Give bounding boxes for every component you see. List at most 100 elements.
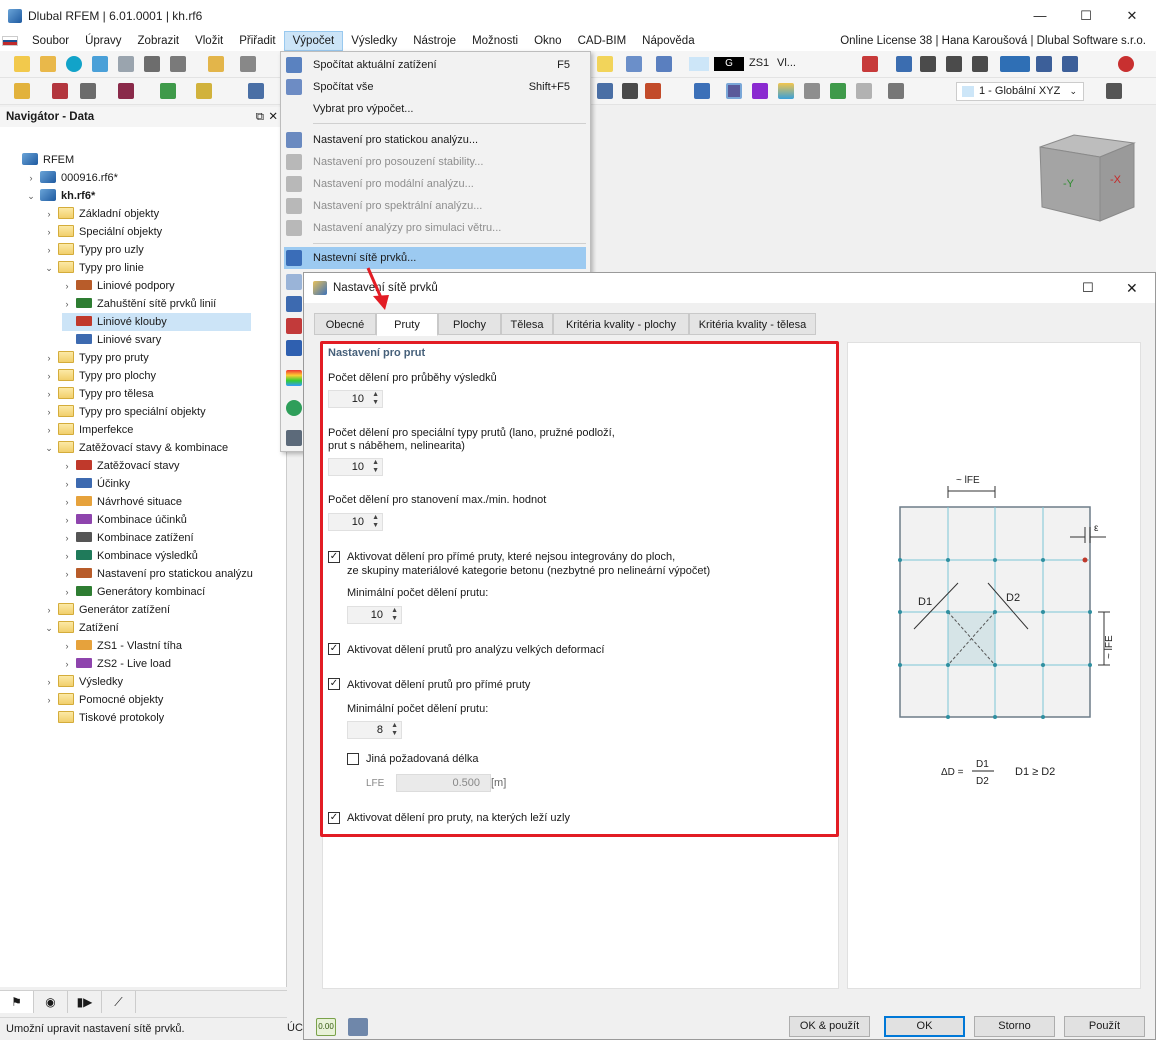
maximize-button[interactable]: ☐ <box>1063 0 1109 31</box>
tab-display-icon[interactable]: ◉ <box>34 991 68 1013</box>
filter-icon[interactable] <box>862 56 878 72</box>
tree-item[interactable]: › Typy pro tělesa <box>44 385 154 403</box>
menu-item-static-settings[interactable]: Nastavení pro statickou analýzu... <box>281 129 590 151</box>
solid-icon[interactable] <box>804 83 820 99</box>
dimension-icon[interactable] <box>248 83 264 99</box>
chevron-right-icon[interactable]: › <box>44 673 54 691</box>
tree-item[interactable]: › Kombinace výsledků <box>62 547 198 565</box>
menu-item-wind-settings[interactable]: Nastavení analýzy pro simulaci větru... <box>281 217 590 239</box>
chevron-right-icon[interactable]: › <box>44 349 54 367</box>
chevron-down-icon[interactable]: ⌄ <box>26 187 36 205</box>
load-case-name[interactable]: Vl... <box>777 57 796 69</box>
chevron-right-icon[interactable]: › <box>62 583 72 601</box>
chevron-right-icon[interactable]: › <box>62 511 72 529</box>
tree-item[interactable]: › Generátory kombinací <box>62 583 205 601</box>
report-icon[interactable] <box>208 56 224 72</box>
units-icon[interactable]: 0.00 <box>316 1018 336 1036</box>
tree-item[interactable]: › Speciální objekty <box>44 223 162 241</box>
pin-icon[interactable]: ⧉ <box>256 107 264 127</box>
tab-obecne[interactable]: Obecné <box>314 313 376 335</box>
tree-item[interactable]: › Zahuštění sítě prvků linií <box>62 295 216 313</box>
undo-icon[interactable] <box>240 56 256 72</box>
refresh-icon[interactable] <box>286 400 302 416</box>
surface-icon[interactable] <box>778 83 794 99</box>
tree-item[interactable]: › Imperfekce <box>44 421 133 439</box>
tree-item[interactable]: › Základní objekty <box>44 205 159 223</box>
xxx-icon-a[interactable] <box>920 56 936 72</box>
chevron-right-icon[interactable]: › <box>44 205 54 223</box>
copy-icon[interactable] <box>348 1018 368 1036</box>
tree-item[interactable]: ⌄ Zatěžovací stavy & kombinace <box>44 439 228 457</box>
values-icon[interactable] <box>1062 56 1078 72</box>
cloud-icon[interactable] <box>66 56 82 72</box>
ok-button[interactable]: OK <box>884 1016 965 1037</box>
tree-item[interactable]: › Kombinace zatížení <box>62 529 194 547</box>
menu-moznosti[interactable]: Možnosti <box>464 31 526 51</box>
print-icon[interactable] <box>170 56 186 72</box>
tree-item[interactable]: Liniové klouby <box>62 313 251 331</box>
load-icon-a[interactable] <box>626 56 642 72</box>
print-preview-icon[interactable] <box>118 56 134 72</box>
tab-quality-solids[interactable]: Kritéria kvality - tělesa <box>689 313 816 335</box>
chevron-right-icon[interactable]: › <box>44 601 54 619</box>
arrows-icon[interactable] <box>830 83 846 99</box>
chevron-right-icon[interactable]: › <box>62 277 72 295</box>
tree-item[interactable]: › Typy pro plochy <box>44 367 156 385</box>
model-icon[interactable] <box>92 56 108 72</box>
open-file-icon[interactable] <box>40 56 56 72</box>
ok-apply-button[interactable]: OK & použít <box>789 1016 870 1037</box>
chevron-right-icon[interactable]: › <box>62 637 72 655</box>
chevron-right-icon[interactable]: › <box>26 169 36 187</box>
new-file-icon[interactable] <box>14 56 30 72</box>
tree-item[interactable]: ⌄ kh.rf6* <box>26 187 95 205</box>
chevron-right-icon[interactable]: › <box>44 421 54 439</box>
menu-item-select-calc[interactable]: Vybrat pro výpočet... <box>281 98 590 120</box>
menu-vypocet[interactable]: Výpočet <box>283 31 344 51</box>
chevron-right-icon[interactable]: › <box>62 529 72 547</box>
menu-vlozit[interactable]: Vložit <box>187 31 231 51</box>
support-icon[interactable] <box>160 83 176 99</box>
load-case-id[interactable]: ZS1 <box>749 57 769 69</box>
tab-data-icon[interactable]: ⚑ <box>0 991 34 1013</box>
tree-item[interactable]: › ZS2 - Live load <box>62 655 171 673</box>
menu-vysledky[interactable]: Výsledky <box>343 31 405 51</box>
tree-item[interactable]: › Typy pro uzly <box>44 241 144 259</box>
display-icon[interactable] <box>1000 56 1030 72</box>
color-scale-icon[interactable] <box>286 370 302 386</box>
tab-quality-surfaces[interactable]: Kritéria kvality - plochy <box>553 313 689 335</box>
node-icon[interactable] <box>14 83 30 99</box>
section-icon[interactable] <box>597 83 613 99</box>
swap-icon[interactable] <box>888 83 904 99</box>
apply-button[interactable]: Použít <box>1064 1016 1145 1037</box>
chevron-right-icon[interactable]: › <box>62 457 72 475</box>
chevron-right-icon[interactable]: › <box>44 385 54 403</box>
tree-item[interactable]: › Pomocné objekty <box>44 691 163 709</box>
tree-item[interactable]: › Výsledky <box>44 673 123 691</box>
tab-results-icon[interactable]: ⟋ <box>102 991 136 1013</box>
line-grey-icon[interactable] <box>856 83 872 99</box>
menu-okno[interactable]: Okno <box>526 31 570 51</box>
tree-item[interactable]: Tiskové protokoly <box>44 709 164 727</box>
tree-item[interactable]: › Nastavení pro statickou analýzu <box>62 565 253 583</box>
tree-item[interactable]: › Kombinace účinků <box>62 511 187 529</box>
results-icon[interactable] <box>896 56 912 72</box>
tree-item[interactable]: › 000916.rf6* <box>26 169 118 187</box>
tree-item[interactable]: › Zatěžovací stavy <box>62 457 180 475</box>
menu-priradit[interactable]: Přiřadit <box>231 31 283 51</box>
chevron-right-icon[interactable]: › <box>44 403 54 421</box>
close-icon[interactable]: ✕ <box>268 107 278 127</box>
menu-upravy[interactable]: Úpravy <box>77 31 129 51</box>
settings-icon[interactable] <box>1106 83 1122 99</box>
menu-item-spectral-settings[interactable]: Nastavení pro spektrální analýzu... <box>281 195 590 217</box>
tree-item[interactable]: › Typy pro speciální objekty <box>44 403 206 421</box>
loads-icon[interactable] <box>645 83 661 99</box>
chevron-right-icon[interactable]: › <box>44 691 54 709</box>
chevron-right-icon[interactable]: › <box>44 367 54 385</box>
dialog-close-button[interactable]: ✕ <box>1126 273 1138 303</box>
menu-item-stability-settings[interactable]: Nastavení pro posouzení stability... <box>281 151 590 173</box>
menu-item-mesh-settings[interactable]: Nastevní sítě prvků... <box>284 247 586 269</box>
tab-pruty[interactable]: Pruty <box>376 313 438 336</box>
menu-cad-bim[interactable]: CAD-BIM <box>570 31 635 51</box>
load-wizard-icon[interactable] <box>597 56 613 72</box>
chevron-right-icon[interactable]: › <box>62 475 72 493</box>
